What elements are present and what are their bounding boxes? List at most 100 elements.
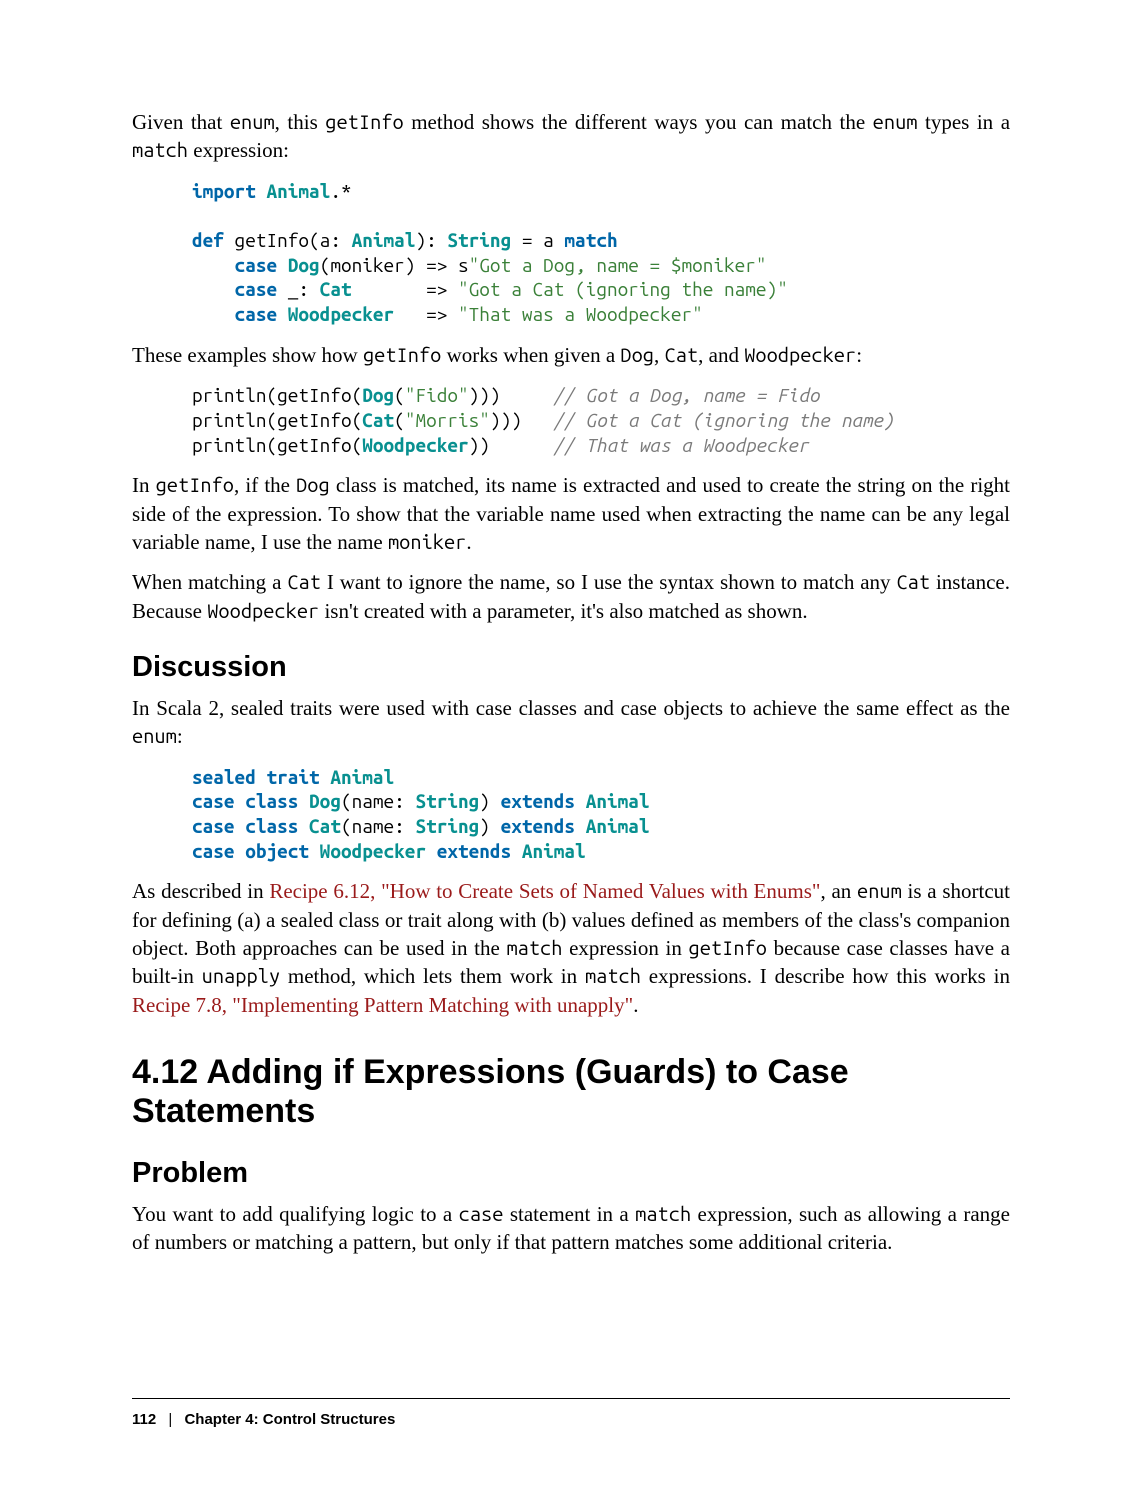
text: expressions. I describe how this works i… [641,964,1010,988]
code-inline: Woodpecker [207,599,319,622]
separator: | [168,1411,172,1428]
text: works when given a [441,343,620,367]
code-inline: Dog [296,473,330,496]
kw: import [192,180,256,202]
text: . [633,993,638,1017]
text: In Scala 2, sealed traits were used with… [132,696,1010,720]
text: When matching a [132,570,287,594]
type: String [447,229,511,251]
type: Animal [575,790,649,812]
code-inline: Dog [620,343,654,366]
text: ) [479,815,500,837]
heading-problem: Problem [132,1157,1010,1190]
heading-section: 4.12 Adding if Expressions (Guards) to C… [132,1053,1010,1131]
kw: case [192,278,277,300]
type: Cat [362,409,394,431]
kw: class [235,815,299,837]
code-block-3: sealed trait Animal case class Dog(name:… [192,765,1010,864]
text: , [654,343,665,367]
text: => [394,303,458,325]
paragraph-intro-1: Given that enum, this getInfo method sho… [132,108,1010,165]
text: As described in [132,879,269,903]
paragraph-3: In getInfo, if the Dog class is matched,… [132,471,1010,556]
type: Dog [277,254,320,276]
text: I want to ignore the name, so I use the … [321,570,897,594]
code-inline: moniker [388,530,466,553]
code-inline: getInfo [689,936,767,959]
kw: match [564,229,617,251]
code-block-1: import Animal.* def getInfo(a: Animal): … [192,179,1010,327]
kw: case [192,254,277,276]
code-inline: match [506,936,562,959]
type: String [415,790,479,812]
text: )) [469,434,554,456]
page-number: 112 [132,1411,156,1428]
heading-discussion: Discussion [132,651,1010,684]
text: => [352,278,458,300]
type: Woodpecker [362,434,468,456]
kw: trait [256,766,320,788]
code-inline: match [635,1202,691,1225]
xref-link[interactable]: Recipe 7.8, "Implementing Pattern Matchi… [132,993,633,1017]
type: Animal [575,815,649,837]
type: String [415,815,479,837]
code-inline: enum [873,110,918,133]
code-inline: Cat [287,570,321,593]
paragraph-7: You want to add qualifying logic to a ca… [132,1200,1010,1257]
code-inline: match [132,138,188,161]
type: Animal [352,229,416,251]
kw: class [235,790,299,812]
kw: case [192,815,235,837]
str: "Morris" [405,409,490,431]
comment: // Got a Cat (ignoring the name) [554,409,894,431]
text: , this [275,110,326,134]
text: isn't created with a parameter, it's als… [319,599,807,623]
kw: case [192,790,235,812]
code-inline: getInfo [156,473,234,496]
code-inline: case [459,1202,504,1225]
paragraph-2: These examples show how getInfo works wh… [132,341,1010,369]
kw: extends [501,815,575,837]
comment: // Got a Dog, name = Fido [554,384,820,406]
text: ( [394,409,405,431]
text: method, which lets them work in [280,964,585,988]
code-inline: unapply [202,964,280,987]
text: statement in a [503,1202,635,1226]
str: "Fido" [405,384,469,406]
text: expression: [188,138,289,162]
paragraph-6: As described in Recipe 6.12, "How to Cre… [132,877,1010,1019]
text: (name: [341,790,415,812]
text: These examples show how [132,343,363,367]
text: : [177,724,183,748]
text: (moniker) => s [320,254,469,276]
code-inline: enum [857,879,902,902]
type: Animal [320,766,394,788]
code-inline: enum [132,724,177,747]
page-footer: 112 | Chapter 4: Control Structures [132,1398,1010,1428]
code-inline: Cat [665,343,699,366]
kw: sealed [192,766,256,788]
xref-link[interactable]: Recipe 6.12, "How to Create Sets of Name… [269,879,820,903]
kw: def [192,229,224,251]
text: (name: [341,815,415,837]
kw: extends [426,840,511,862]
text: println(getInfo( [192,434,362,456]
type: Cat [320,278,352,300]
type: Woodpecker [309,840,426,862]
text: println(getInfo( [192,409,362,431]
type: Woodpecker [277,303,394,325]
code-inline: enum [230,110,275,133]
paragraph-5: In Scala 2, sealed traits were used with… [132,694,1010,751]
text: getInfo(a: [224,229,352,251]
text: In [132,473,156,497]
str: "That was a Woodpecker" [458,303,703,325]
kw: case [192,303,277,325]
text: , an [820,879,857,903]
text: ): [415,229,447,251]
type: Dog [362,384,394,406]
type: Animal [256,180,330,202]
text: = a [511,229,564,251]
text: ))) [469,384,554,406]
type: Dog [298,790,341,812]
kw: case [192,840,235,862]
